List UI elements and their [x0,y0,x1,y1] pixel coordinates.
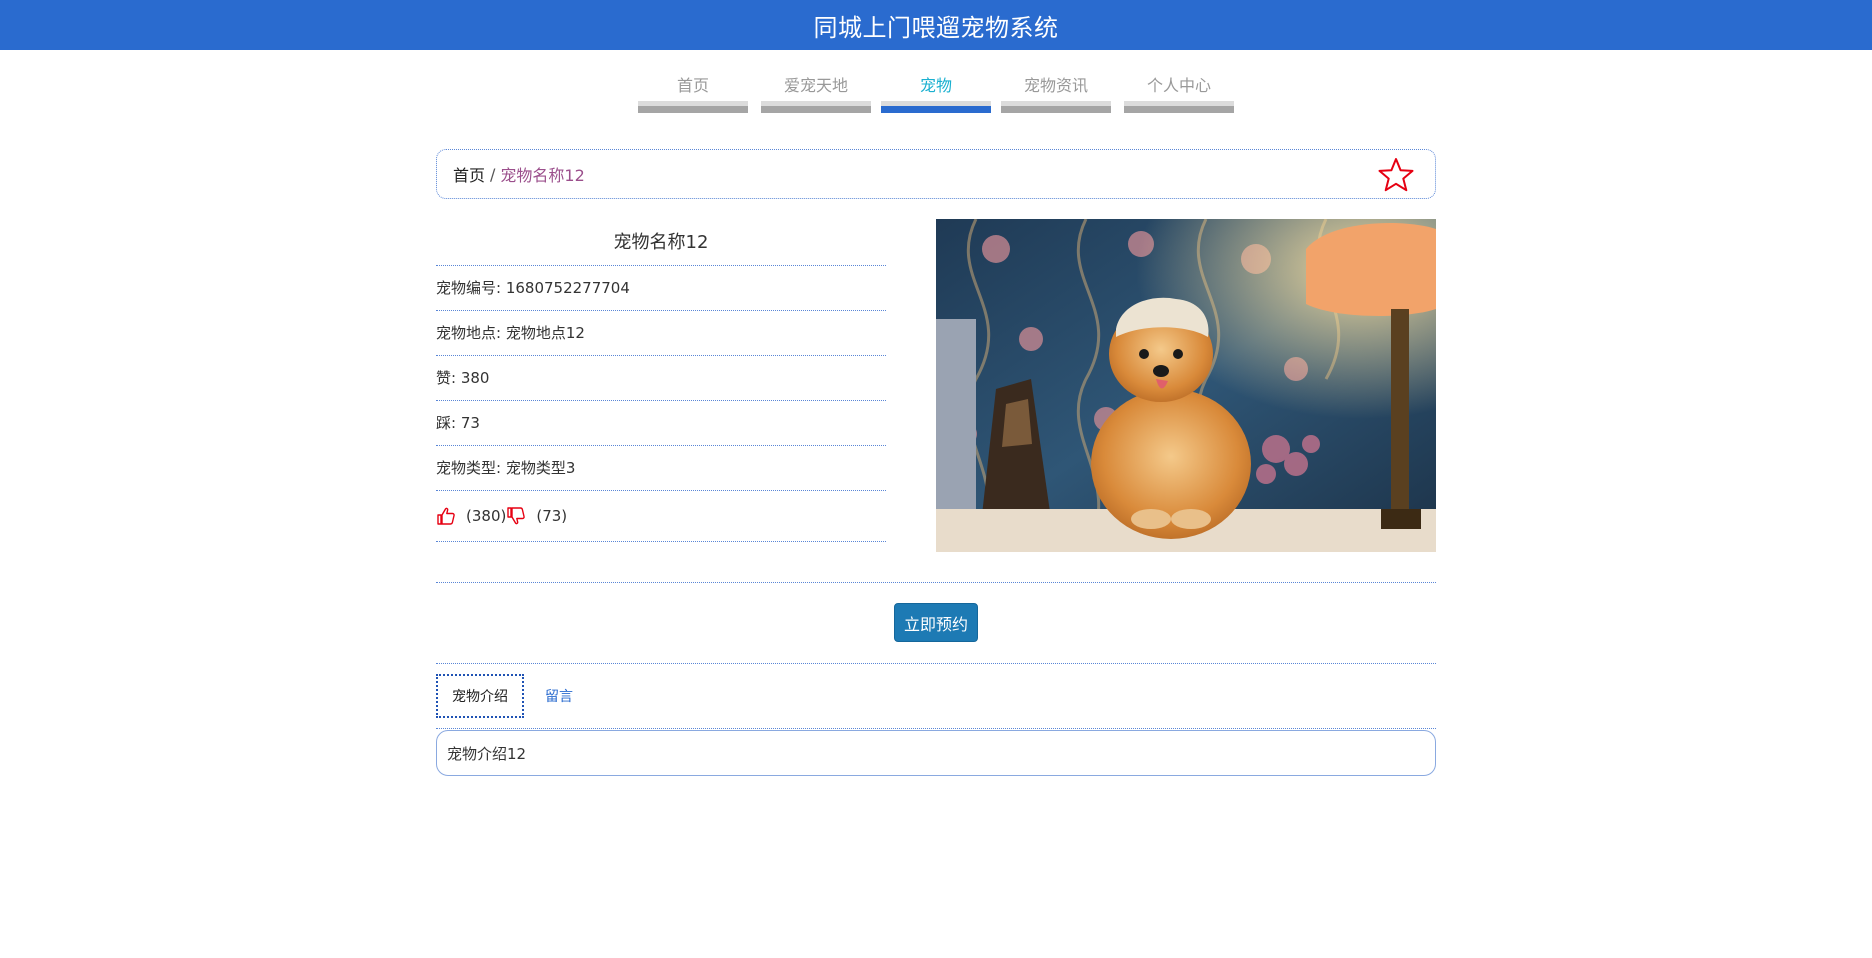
nav-label: 首页 [676,76,709,95]
breadcrumb-home-link[interactable]: 首页 [453,162,485,186]
section-divider [436,663,1436,664]
nav-indicator [638,101,748,113]
nav-item-pet-world[interactable]: 爱宠天地 [761,50,871,114]
star-outline-icon[interactable] [1377,156,1415,194]
vote-row: (380) (73) [436,491,886,542]
like-count: (380) [466,507,507,525]
nav-label: 个人中心 [1146,76,1211,95]
nav-indicator-active [881,101,991,113]
tab-divider [436,728,1436,729]
pet-dislikes-row: 踩: 73 [436,401,886,446]
nav-item-home[interactable]: 首页 [638,50,748,114]
pet-likes-row: 赞: 380 [436,356,886,401]
thumbs-down-icon[interactable] [506,506,526,526]
main-nav: 首页 爱宠天地 宠物 宠物资讯 个人中心 [0,50,1872,114]
pet-type-row: 宠物类型: 宠物类型3 [436,446,886,491]
nav-label: 爱宠天地 [783,76,848,95]
pet-photo [936,219,1436,552]
pet-location-row: 宠物地点: 宠物地点12 [436,311,886,356]
breadcrumb: 首页 / 宠物名称12 [436,149,1436,199]
nav-indicator [761,101,871,113]
nav-label: 宠物 [919,76,952,95]
thumbs-up-icon[interactable] [436,506,456,526]
nav-indicator [1001,101,1111,113]
app-header: 同城上门喂遛宠物系统 [0,0,1872,50]
reserve-button[interactable]: 立即预约 [894,603,978,642]
app-title: 同城上门喂遛宠物系统 [813,13,1059,42]
nav-indicator [1124,101,1234,113]
breadcrumb-separator: / [490,164,496,184]
breadcrumb-current: 宠物名称12 [500,166,585,185]
pet-id-row: 宠物编号: 1680752277704 [436,266,886,311]
pet-info-panel: 宠物名称12 宠物编号: 1680752277704 宠物地点: 宠物地点12 … [436,219,886,542]
pet-intro-text: 宠物介绍12 [447,744,527,763]
nav-item-pets[interactable]: 宠物 [881,50,991,114]
tab-pet-intro[interactable]: 宠物介绍 [436,674,524,718]
dislike-count: (73) [536,507,568,525]
tab-messages[interactable]: 留言 [532,674,586,718]
pet-name-heading: 宠物名称12 [436,219,886,266]
nav-item-personal-center[interactable]: 个人中心 [1124,50,1234,114]
section-divider [436,582,1436,583]
nav-item-pet-news[interactable]: 宠物资讯 [1001,50,1111,114]
pet-intro-content: 宠物介绍12 [436,730,1436,776]
nav-label: 宠物资讯 [1023,76,1088,95]
